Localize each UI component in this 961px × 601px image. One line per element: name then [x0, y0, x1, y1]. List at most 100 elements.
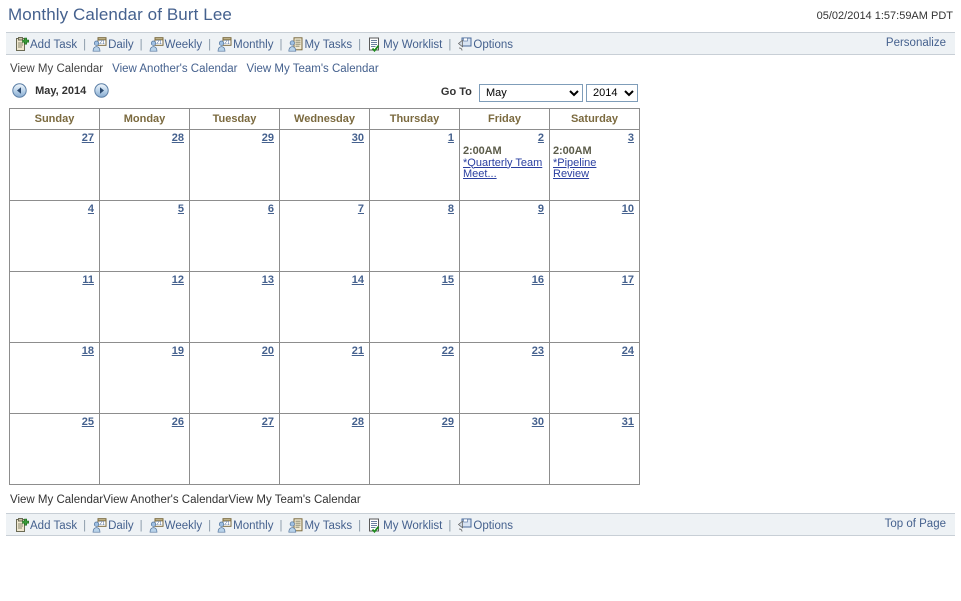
calendar-day-cell[interactable]: 13: [190, 272, 280, 343]
calendar-day-cell[interactable]: 6: [190, 201, 280, 272]
day-number-link[interactable]: 22: [373, 345, 455, 358]
calendar-day-cell[interactable]: 23: [460, 343, 550, 414]
day-number-link[interactable]: 7: [283, 203, 365, 216]
day-number-link[interactable]: 27: [193, 416, 275, 429]
day-number-link[interactable]: 24: [553, 345, 635, 358]
toolbar-item-weekly[interactable]: 21 Weekly: [149, 37, 202, 52]
calendar-day-cell[interactable]: 15: [370, 272, 460, 343]
day-number-link[interactable]: 16: [463, 274, 545, 287]
day-number-link[interactable]: 2: [463, 132, 545, 145]
day-number-link[interactable]: 31: [553, 416, 635, 429]
calendar-day-cell[interactable]: 24: [550, 343, 640, 414]
toolbar-item-add-task[interactable]: Add Task: [14, 518, 77, 533]
day-number-link[interactable]: 21: [283, 345, 365, 358]
top-of-page-link[interactable]: Top of Page: [885, 518, 946, 530]
calendar-day-cell[interactable]: 1: [370, 130, 460, 201]
day-number-link[interactable]: 28: [103, 132, 185, 145]
calendar-day-cell[interactable]: 21: [280, 343, 370, 414]
day-header-sunday: Sunday: [10, 109, 100, 130]
view-link-view-another-s-calendar[interactable]: View Another's Calendar: [112, 63, 237, 75]
view-link-view-my-team-s-calendar[interactable]: View My Team's Calendar: [228, 494, 360, 506]
day-number-link[interactable]: 11: [13, 274, 95, 287]
arrow-right-circle-icon[interactable]: [94, 83, 109, 98]
day-number-link[interactable]: 9: [463, 203, 545, 216]
calendar-day-cell[interactable]: 7: [280, 201, 370, 272]
toolbar-item-add-task[interactable]: Add Task: [14, 37, 77, 52]
calendar-day-cell[interactable]: 14: [280, 272, 370, 343]
day-number-link[interactable]: 29: [373, 416, 455, 429]
day-number-link[interactable]: 10: [553, 203, 635, 216]
calendar-day-cell[interactable]: 5: [100, 201, 190, 272]
toolbar-item-my-tasks[interactable]: My Tasks: [288, 518, 352, 533]
day-number-link[interactable]: 13: [193, 274, 275, 287]
day-number-link[interactable]: 5: [103, 203, 185, 216]
toolbar-item-daily[interactable]: 21 Daily: [92, 518, 134, 533]
calendar-day-cell[interactable]: 25: [10, 414, 100, 485]
calendar-day-cell[interactable]: 4: [10, 201, 100, 272]
calendar-day-cell[interactable]: 29: [370, 414, 460, 485]
toolbar-item-options[interactable]: Options: [457, 518, 513, 533]
toolbar-item-my-tasks[interactable]: My Tasks: [288, 37, 352, 52]
day-number-link[interactable]: 27: [13, 132, 95, 145]
day-number-link[interactable]: 4: [13, 203, 95, 216]
day-number-link[interactable]: 8: [373, 203, 455, 216]
day-number-link[interactable]: 1: [373, 132, 455, 145]
calendar-day-cell[interactable]: 26: [100, 414, 190, 485]
calendar-day-cell[interactable]: 3 2:00AM *Pipeline Review: [550, 130, 640, 201]
calendar-day-cell[interactable]: 28: [280, 414, 370, 485]
day-number-link[interactable]: 25: [13, 416, 95, 429]
calendar-day-cell[interactable]: 18: [10, 343, 100, 414]
event-title-link[interactable]: *Quarterly Team Meet...: [463, 157, 545, 181]
calendar-day-cell[interactable]: 16: [460, 272, 550, 343]
toolbar-item-options[interactable]: Options: [457, 37, 513, 52]
view-link-view-another-s-calendar[interactable]: View Another's Calendar: [103, 494, 228, 506]
toolbar-item-monthly[interactable]: 21 Monthly: [217, 518, 273, 533]
calendar-day-cell[interactable]: 28: [100, 130, 190, 201]
toolbar-item-daily[interactable]: 21 Daily: [92, 37, 134, 52]
calendar-day-cell[interactable]: 10: [550, 201, 640, 272]
calendar-day-cell[interactable]: 22: [370, 343, 460, 414]
calendar-day-cell[interactable]: 30: [280, 130, 370, 201]
day-number-link[interactable]: 17: [553, 274, 635, 287]
day-number-link[interactable]: 15: [373, 274, 455, 287]
year-select[interactable]: 20122013201420152016: [586, 84, 638, 102]
calendar-day-cell[interactable]: 2 2:00AM *Quarterly Team Meet...: [460, 130, 550, 201]
day-number-link[interactable]: 30: [463, 416, 545, 429]
day-number-link[interactable]: 3: [553, 132, 635, 145]
calendar-day-cell[interactable]: 29: [190, 130, 280, 201]
calendar-day-cell[interactable]: 9: [460, 201, 550, 272]
calendar-day-cell[interactable]: 11: [10, 272, 100, 343]
day-number-link[interactable]: 26: [103, 416, 185, 429]
day-number-link[interactable]: 23: [463, 345, 545, 358]
calendar-day-cell[interactable]: 27: [10, 130, 100, 201]
day-number-link[interactable]: 14: [283, 274, 365, 287]
event-title-link[interactable]: *Pipeline Review: [553, 157, 635, 181]
month-select[interactable]: JanuaryFebruaryMarchAprilMayJuneJulyAugu…: [478, 84, 583, 102]
day-number-link[interactable]: 20: [193, 345, 275, 358]
calendar-day-cell[interactable]: 30: [460, 414, 550, 485]
toolbar-item-weekly[interactable]: 21 Weekly: [149, 518, 202, 533]
calendar-day-cell[interactable]: 27: [190, 414, 280, 485]
calendar-day-cell[interactable]: 17: [550, 272, 640, 343]
day-number-link[interactable]: 30: [283, 132, 365, 145]
calendar-day-cell[interactable]: 31: [550, 414, 640, 485]
day-number-link[interactable]: 29: [193, 132, 275, 145]
day-number-link[interactable]: 6: [193, 203, 275, 216]
personalize-link[interactable]: Personalize: [886, 37, 946, 49]
toolbar-item-my-worklist[interactable]: My Worklist: [367, 518, 442, 534]
arrow-left-circle-icon[interactable]: [12, 83, 27, 98]
calendar-day-cell[interactable]: 12: [100, 272, 190, 343]
day-number-link[interactable]: 12: [103, 274, 185, 287]
view-link-view-my-team-s-calendar[interactable]: View My Team's Calendar: [246, 63, 378, 75]
day-header-tuesday: Tuesday: [190, 109, 280, 130]
toolbar-item-my-worklist[interactable]: My Worklist: [367, 37, 442, 53]
day-number-link[interactable]: 28: [283, 416, 365, 429]
calendar-day-cell[interactable]: 19: [100, 343, 190, 414]
day-number-link[interactable]: 18: [13, 345, 95, 358]
day-number-link[interactable]: 19: [103, 345, 185, 358]
toolbar-item-monthly[interactable]: 21 Monthly: [217, 37, 273, 52]
calendar-day-cell[interactable]: 20: [190, 343, 280, 414]
clipboard-plus-icon: [14, 37, 29, 52]
calendar-day-cell[interactable]: 8: [370, 201, 460, 272]
calendar-body: 27 28 29 30 1 2 2:00AM *Quarterly Team Meet... 3…: [10, 130, 640, 485]
